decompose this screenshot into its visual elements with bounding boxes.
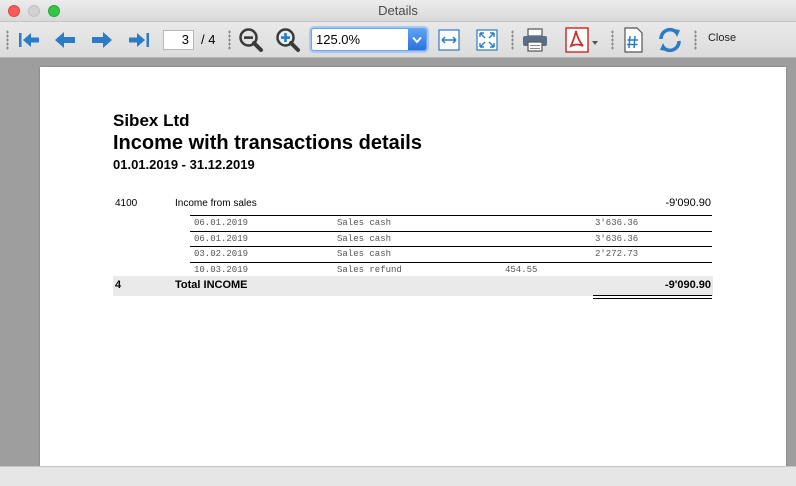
print-button[interactable] bbox=[520, 26, 550, 54]
toolbar-separator bbox=[611, 30, 614, 50]
table-row: 10.03.2019 Sales refund 454.55 bbox=[190, 261, 712, 278]
zoom-out-icon bbox=[239, 28, 263, 52]
transaction-date: 06.01.2019 bbox=[194, 218, 249, 228]
total-amount: -9'090.90 bbox=[664, 279, 711, 291]
last-page-icon bbox=[129, 33, 149, 47]
transaction-description: Sales cash bbox=[337, 249, 392, 259]
zoom-in-icon bbox=[276, 28, 300, 52]
toolbar-grip[interactable] bbox=[6, 30, 9, 50]
zoom-in-button[interactable] bbox=[275, 26, 301, 54]
chevron-down-icon[interactable] bbox=[408, 29, 426, 50]
fit-width-icon bbox=[438, 29, 460, 51]
transaction-credit: 3'636.36 bbox=[595, 233, 639, 244]
zoom-value[interactable]: 125.0% bbox=[316, 32, 360, 47]
transactions-table: 06.01.2019 Sales cash 3'636.36 06.01.201… bbox=[190, 215, 712, 277]
document-viewer[interactable]: Sibex Ltd Income with transactions detai… bbox=[0, 58, 796, 466]
transaction-date: 03.02.2019 bbox=[194, 249, 249, 259]
first-page-button[interactable] bbox=[16, 26, 42, 54]
refresh-icon bbox=[659, 27, 681, 53]
table-row: 06.01.2019 Sales cash 3'636.36 bbox=[190, 215, 712, 231]
toolbar: 3 / 4 125.0% Close bbox=[0, 22, 796, 58]
fit-width-button[interactable] bbox=[436, 26, 462, 54]
fit-page-button[interactable] bbox=[474, 26, 500, 54]
total-label: Total INCOME bbox=[175, 279, 248, 291]
table-row: 03.02.2019 Sales cash 2'272.73 bbox=[190, 246, 712, 262]
fit-page-icon bbox=[476, 29, 498, 51]
transaction-credit: 2'272.73 bbox=[595, 249, 639, 259]
arrow-left-icon bbox=[55, 32, 75, 48]
double-underline bbox=[593, 295, 712, 299]
title-bar: Details bbox=[0, 0, 796, 22]
next-page-button[interactable] bbox=[89, 26, 115, 54]
pdf-icon bbox=[565, 27, 598, 53]
transaction-description: Sales cash bbox=[337, 218, 392, 228]
zoom-out-button[interactable] bbox=[238, 26, 264, 54]
export-pdf-button[interactable] bbox=[562, 26, 602, 54]
total-number: 4 bbox=[115, 279, 122, 291]
toolbar-separator bbox=[511, 30, 514, 50]
window-title: Details bbox=[378, 3, 418, 18]
account-number: 4100 bbox=[115, 198, 138, 209]
transaction-debit: 454.55 bbox=[505, 264, 538, 275]
report-period: 01.01.2019 - 31.12.2019 bbox=[113, 157, 255, 172]
previous-page-button[interactable] bbox=[52, 26, 78, 54]
zoom-select[interactable]: 125.0% bbox=[311, 28, 427, 51]
report-title: Income with transactions details bbox=[113, 132, 422, 154]
account-amount: -9'090.90 bbox=[665, 197, 711, 209]
transaction-description: Sales cash bbox=[337, 233, 392, 244]
total-row: 4 Total INCOME -9'090.90 bbox=[113, 276, 713, 296]
table-row: 06.01.2019 Sales cash 3'636.36 bbox=[190, 230, 712, 247]
account-name: Income from sales bbox=[175, 198, 257, 209]
first-page-icon bbox=[19, 33, 39, 47]
toolbar-separator bbox=[694, 30, 697, 50]
company-name: Sibex Ltd bbox=[113, 111, 190, 130]
hash-document-icon bbox=[624, 27, 643, 53]
arrow-right-icon bbox=[92, 32, 112, 48]
toolbar-separator bbox=[228, 30, 231, 50]
close-button[interactable]: Close bbox=[700, 32, 744, 44]
transaction-date: 10.03.2019 bbox=[194, 264, 249, 275]
status-bar bbox=[0, 466, 796, 486]
refresh-button[interactable] bbox=[655, 26, 685, 54]
printer-icon bbox=[523, 28, 547, 52]
report-page: Sibex Ltd Income with transactions detai… bbox=[40, 67, 786, 466]
page-numbering-button[interactable] bbox=[620, 26, 646, 54]
transaction-description: Sales refund bbox=[337, 264, 402, 275]
last-page-button[interactable] bbox=[126, 26, 152, 54]
account-row: 4100 Income from sales -9'090.90 bbox=[113, 195, 713, 215]
page-total-label: / 4 bbox=[201, 32, 216, 47]
transaction-date: 06.01.2019 bbox=[194, 233, 249, 244]
page-number-input[interactable]: 3 bbox=[163, 30, 194, 50]
transaction-credit: 3'636.36 bbox=[595, 218, 639, 228]
